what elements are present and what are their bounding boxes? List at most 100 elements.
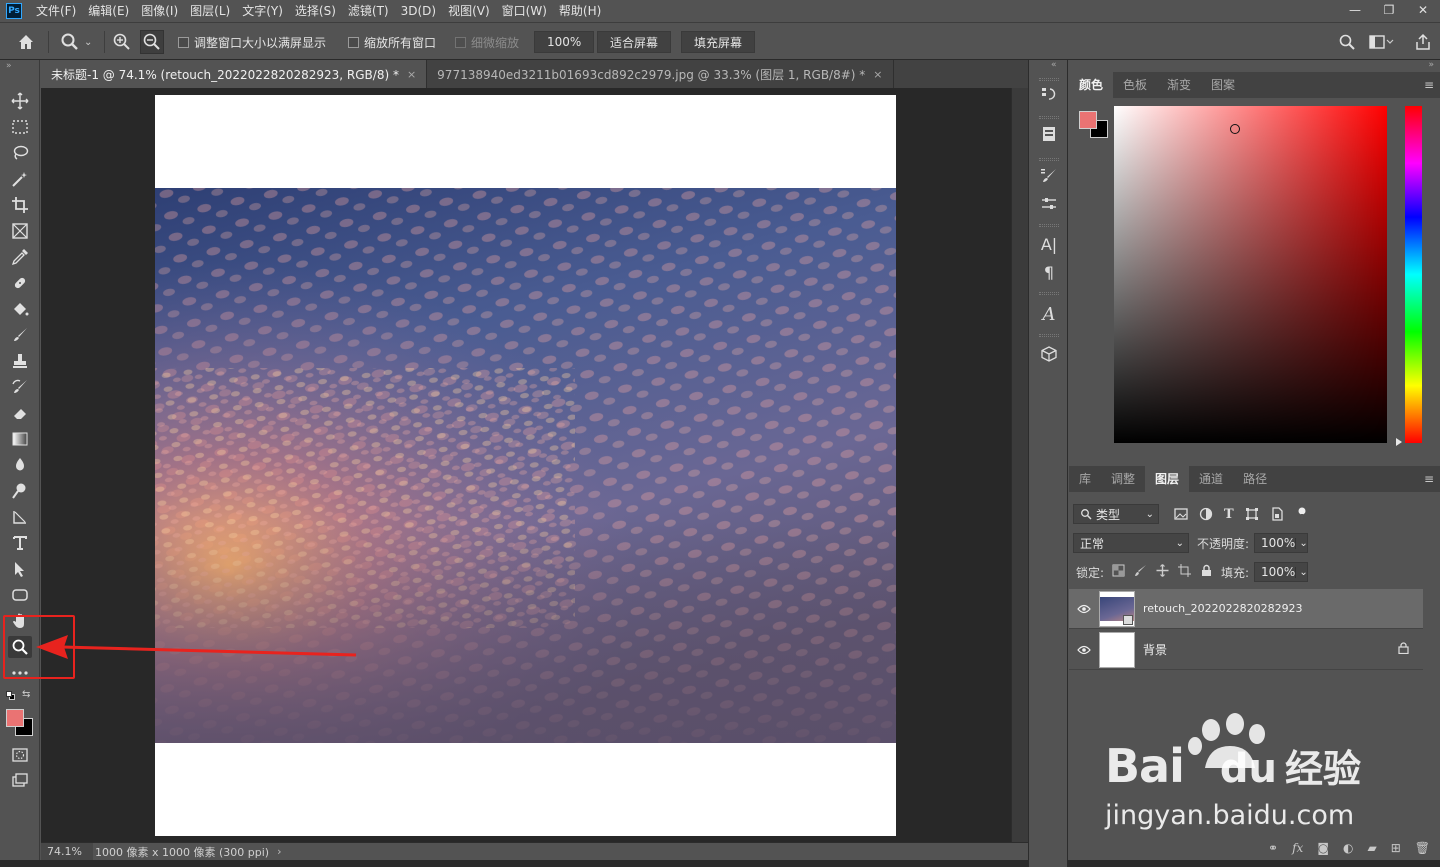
move-tool-icon[interactable] <box>8 90 32 112</box>
filter-toggle-icon[interactable] <box>1295 507 1309 521</box>
vertical-scrollbar[interactable] <box>1011 88 1028 842</box>
dodge-tool-icon[interactable] <box>8 480 32 502</box>
zoom-in-icon[interactable] <box>112 30 132 54</box>
add-mask-icon[interactable]: ◙ <box>1317 841 1329 855</box>
zoom-out-icon[interactable] <box>140 30 164 54</box>
menu-help[interactable]: 帮助(H) <box>553 0 607 22</box>
default-colors-icon[interactable] <box>6 691 15 700</box>
menu-filter[interactable]: 滤镜(T) <box>342 0 395 22</box>
hue-slider-handle[interactable] <box>1396 438 1402 446</box>
fill-screen-button[interactable]: 填充屏幕 <box>681 31 756 53</box>
menu-file[interactable]: 文件(F) <box>30 0 82 22</box>
blur-tool-icon[interactable] <box>8 454 32 476</box>
lock-all-icon[interactable] <box>1200 564 1213 577</box>
blend-mode-select[interactable]: 正常 ⌄ <box>1073 533 1189 553</box>
properties-panel-icon[interactable] <box>1037 122 1061 146</box>
collapse-icon[interactable]: « <box>1051 60 1057 70</box>
type-filter-icon[interactable]: T <box>1224 507 1234 522</box>
shape-filter-icon[interactable] <box>1245 507 1259 521</box>
menu-3d[interactable]: 3D(D) <box>395 0 442 22</box>
new-group-icon[interactable]: ▰ <box>1367 841 1376 855</box>
gradient-tool-icon[interactable] <box>8 428 32 450</box>
menu-layer[interactable]: 图层(L) <box>184 0 236 22</box>
smart-object-filter-icon[interactable] <box>1270 507 1284 521</box>
menu-type[interactable]: 文字(Y) <box>236 0 289 22</box>
tab-patterns[interactable]: 图案 <box>1201 72 1245 98</box>
paragraph-panel-icon[interactable]: ¶ <box>1037 260 1061 284</box>
adjustment-filter-icon[interactable] <box>1199 507 1213 521</box>
tab-channels[interactable]: 通道 <box>1189 466 1233 492</box>
home-icon[interactable] <box>16 30 36 54</box>
zoom-all-windows-checkbox[interactable]: 缩放所有窗口 <box>348 30 436 54</box>
zoom-tool-preset-picker[interactable]: ⌄ <box>60 30 92 54</box>
layer-row-retouch[interactable]: retouch_2022022820282923 <box>1069 589 1423 629</box>
tab-untitled-1[interactable]: 未标题-1 @ 74.1% (retouch_2022022820282923,… <box>41 60 428 88</box>
menu-image[interactable]: 图像(I) <box>135 0 184 22</box>
lock-position-icon[interactable] <box>1156 564 1169 577</box>
lock-image-pixels-icon[interactable] <box>1134 564 1147 577</box>
swap-colors-icon[interactable]: ⇆ <box>22 689 30 700</box>
brush-settings-panel-icon[interactable] <box>1037 164 1061 188</box>
zoom-100-button[interactable]: 100% <box>534 31 595 53</box>
workspace-icon[interactable] <box>1368 30 1394 54</box>
tab-adjustments[interactable]: 调整 <box>1101 466 1145 492</box>
adjustments-panel-icon[interactable] <box>1037 192 1061 216</box>
tab-color[interactable]: 颜色 <box>1069 72 1114 98</box>
tab-libraries[interactable]: 库 <box>1069 466 1101 492</box>
menu-view[interactable]: 视图(V) <box>442 0 496 22</box>
eraser-tool-icon[interactable] <box>8 402 32 424</box>
tab-layers[interactable]: 图层 <box>1145 466 1190 492</box>
screen-mode-icon[interactable] <box>8 770 32 792</box>
character-panel-icon[interactable]: A| <box>1037 232 1061 256</box>
delete-layer-icon[interactable]: 🗑 <box>1415 841 1430 855</box>
menu-edit[interactable]: 编辑(E) <box>82 0 135 22</box>
paint-bucket-tool-icon[interactable] <box>8 298 32 320</box>
rectangle-tool-icon[interactable] <box>8 584 32 606</box>
link-layers-icon[interactable]: ⚭ <box>1268 841 1278 855</box>
quick-mask-icon[interactable] <box>8 744 32 766</box>
eyedropper-tool-icon[interactable] <box>8 246 32 268</box>
zoom-level-field[interactable]: 74.1% <box>41 843 93 860</box>
tab-gradients[interactable]: 渐变 <box>1157 72 1201 98</box>
search-icon[interactable] <box>1338 30 1356 54</box>
scrubby-zoom-checkbox[interactable]: 细微缩放 <box>455 30 519 54</box>
eye-icon[interactable] <box>1069 604 1099 614</box>
healing-brush-tool-icon[interactable] <box>8 272 32 294</box>
3d-panel-icon[interactable] <box>1037 342 1061 366</box>
minimize-icon[interactable]: — <box>1338 0 1372 20</box>
color-picker-field[interactable] <box>1114 106 1387 443</box>
share-icon[interactable] <box>1414 30 1432 54</box>
opacity-input[interactable]: 100% ⌄ <box>1254 533 1308 553</box>
fill-input[interactable]: 100% ⌄ <box>1254 562 1308 582</box>
path-selection-tool-icon[interactable] <box>8 558 32 580</box>
history-panel-icon[interactable] <box>1037 82 1061 106</box>
restore-icon[interactable]: ❐ <box>1372 0 1406 20</box>
adjustment-layer-icon[interactable]: ◐ <box>1343 841 1353 855</box>
fit-screen-button[interactable]: 适合屏幕 <box>597 31 672 53</box>
tab-paths[interactable]: 路径 <box>1233 466 1277 492</box>
panel-menu-icon[interactable]: ≡ <box>1424 472 1434 486</box>
layer-filter-kind-select[interactable]: 类型 ⌄ <box>1073 504 1159 524</box>
menu-select[interactable]: 选择(S) <box>289 0 342 22</box>
chevron-right-icon[interactable]: › <box>277 845 281 858</box>
new-layer-icon[interactable]: ⊞ <box>1391 841 1401 855</box>
type-tool-icon[interactable] <box>8 532 32 554</box>
brush-tool-icon[interactable] <box>8 324 32 346</box>
marquee-tool-icon[interactable] <box>8 116 32 138</box>
menu-window[interactable]: 窗口(W) <box>496 0 553 22</box>
resize-windows-checkbox[interactable]: 调整窗口大小以满屏显示 <box>178 30 326 54</box>
lock-artboard-icon[interactable] <box>1178 564 1191 577</box>
collapse-icon[interactable]: » <box>1428 60 1434 70</box>
close-icon[interactable]: × <box>873 68 882 81</box>
foreground-color-swatch[interactable] <box>1079 111 1097 129</box>
close-icon[interactable]: ✕ <box>1406 0 1440 20</box>
close-icon[interactable]: × <box>407 68 416 81</box>
layer-row-background[interactable]: 背景 <box>1069 630 1423 670</box>
color-picker-cursor[interactable] <box>1230 124 1240 134</box>
foreground-color-swatch[interactable] <box>6 709 24 727</box>
hue-slider[interactable] <box>1405 106 1422 443</box>
glyphs-panel-icon[interactable]: A <box>1037 302 1061 326</box>
eye-icon[interactable] <box>1069 645 1099 655</box>
frame-tool-icon[interactable] <box>8 220 32 242</box>
tab-jpg-document[interactable]: 977138940ed3211b01693cd892c2979.jpg @ 33… <box>427 60 894 88</box>
